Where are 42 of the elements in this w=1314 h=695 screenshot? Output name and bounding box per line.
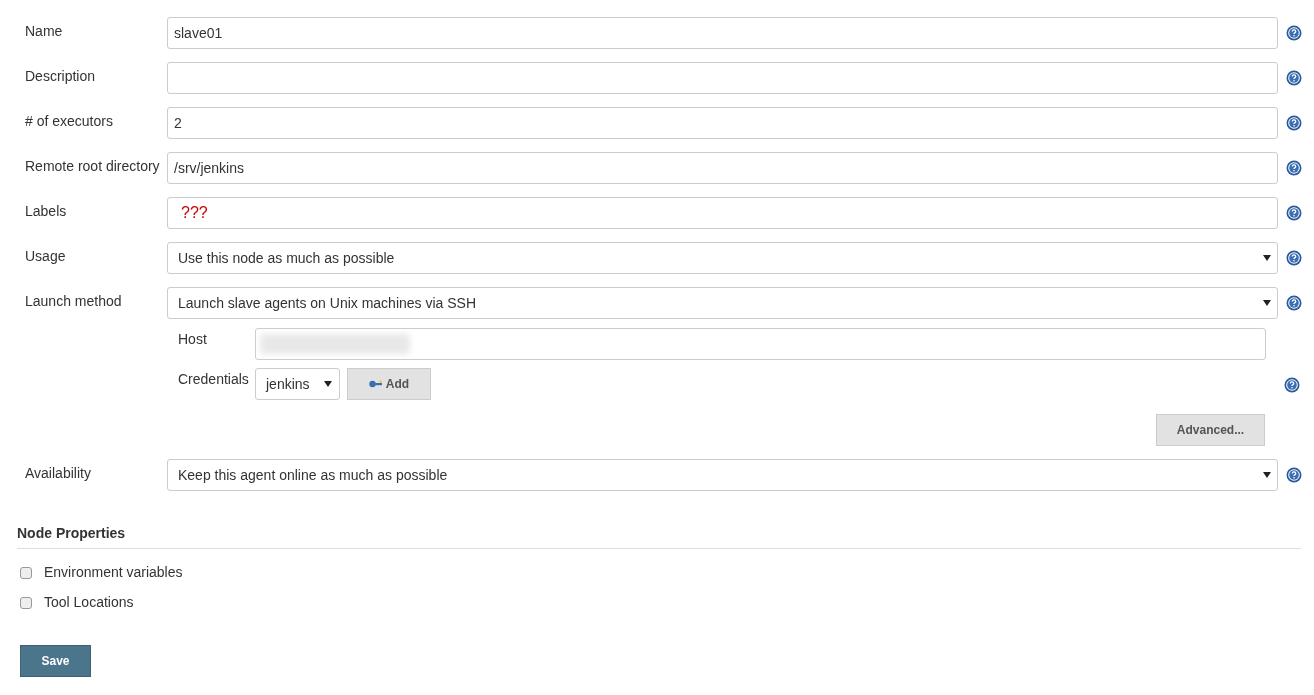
field-label: # of executors [25, 113, 113, 129]
field-label: Availability [25, 465, 91, 481]
field-label: Launch method [25, 293, 122, 309]
key-icon [368, 380, 383, 388]
caret-icon [1263, 472, 1271, 478]
help-icon[interactable] [1286, 160, 1302, 176]
caret-icon [324, 381, 332, 387]
checkbox[interactable] [20, 566, 32, 579]
checkbox-label: Environment variables [44, 563, 183, 582]
input-field[interactable] [167, 62, 1278, 94]
help-icon[interactable] [1286, 115, 1302, 131]
help-icon[interactable] [1286, 467, 1302, 483]
help-icon[interactable] [1286, 205, 1302, 221]
field-label: Description [25, 68, 96, 84]
host-label: Host [178, 330, 208, 349]
field-label: Usage [25, 248, 66, 264]
advanced-button[interactable]: Advanced... [1156, 414, 1265, 446]
host-input-field[interactable] [255, 328, 1266, 360]
section-heading: Node Properties [17, 523, 1301, 549]
add-button[interactable]: Add [347, 368, 431, 400]
select-field[interactable]: Use this node as much as possible [167, 242, 1278, 274]
checkbox[interactable] [20, 596, 32, 609]
help-icon[interactable] [1286, 295, 1302, 311]
help-icon[interactable] [1286, 25, 1302, 41]
help-icon[interactable] [1286, 70, 1302, 86]
field-label: Remote root directory [25, 158, 160, 174]
credentials-select[interactable]: jenkins [255, 368, 340, 400]
select-field[interactable]: Keep this agent online as much as possible [167, 459, 1278, 491]
checkbox-label: Tool Locations [44, 593, 134, 612]
help-icon[interactable] [1284, 377, 1300, 393]
input-field[interactable]: ??? [167, 197, 1278, 229]
credentials-label: Credentials [178, 370, 250, 389]
select-field[interactable]: Launch slave agents on Unix machines via SSH [167, 287, 1278, 319]
field-label: Name [25, 23, 63, 39]
input-field[interactable]: 2 [167, 107, 1278, 139]
input-field[interactable]: /srv/jenkins [167, 152, 1278, 184]
field-label: Labels [25, 203, 67, 219]
input-field[interactable]: slave01 [167, 17, 1278, 49]
caret-icon [1263, 255, 1271, 261]
save-button[interactable]: Save [20, 645, 91, 677]
help-icon[interactable] [1286, 250, 1302, 266]
caret-icon [1263, 300, 1271, 306]
